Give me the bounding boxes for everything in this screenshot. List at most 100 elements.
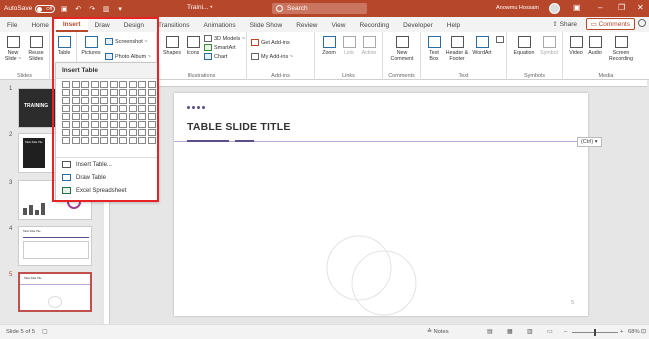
- present-icon[interactable]: ▥: [101, 4, 111, 14]
- icons-label: Icons: [186, 50, 200, 56]
- tab-insert[interactable]: Insert: [55, 18, 88, 32]
- new-slide-button[interactable]: New Slide ~: [3, 36, 23, 62]
- accessibility-icon[interactable]: ▢: [42, 329, 47, 335]
- share-button[interactable]: ⇧ Share: [552, 20, 577, 28]
- 3d-models-label: 3D Models ~: [214, 35, 246, 42]
- zoom-out-icon[interactable]: –: [564, 329, 567, 335]
- tab-recording[interactable]: Recording: [352, 18, 396, 32]
- tab-design[interactable]: Design: [117, 18, 151, 32]
- symbol-icon: [542, 36, 556, 48]
- table-icon: [57, 36, 71, 48]
- shapes-label: Shapes: [163, 50, 181, 56]
- tab-developer[interactable]: Developer: [396, 18, 440, 32]
- screen-recording-button[interactable]: Screen Recording: [606, 36, 636, 62]
- icons-button[interactable]: Icons: [184, 36, 202, 56]
- notes-button[interactable]: ≙ Notes: [427, 329, 449, 335]
- zoom-slider-thumb[interactable]: [594, 329, 596, 336]
- action-icon: [362, 36, 376, 48]
- pictures-button[interactable]: Pictures: [80, 36, 102, 56]
- tab-home[interactable]: Home: [24, 18, 55, 32]
- maximize-icon[interactable]: ❐: [618, 3, 625, 12]
- reading-view-icon[interactable]: ▥: [527, 329, 532, 335]
- thumb-bar: [23, 208, 27, 215]
- tab-transitions[interactable]: Transitions: [151, 18, 197, 32]
- normal-view-icon[interactable]: ▤: [487, 329, 492, 335]
- tab-view[interactable]: View: [325, 18, 353, 32]
- autosave-toggle[interactable]: Off: [35, 4, 56, 13]
- link-button[interactable]: Link: [340, 36, 358, 56]
- feedback-icon[interactable]: [638, 19, 646, 27]
- close-icon[interactable]: ✕: [637, 3, 644, 12]
- get-addins-button[interactable]: Get Add-ins: [251, 39, 290, 46]
- excel-spreadsheet-menu-item[interactable]: Excel Spreadsheet: [62, 187, 126, 194]
- slide-thumbnail-4[interactable]: Table Slide Title: [18, 226, 92, 266]
- save-icon[interactable]: ▣: [59, 4, 69, 14]
- group-label-media: Media: [598, 73, 614, 79]
- chart-label: Chart: [214, 53, 228, 60]
- undo-icon[interactable]: ↶: [73, 4, 83, 14]
- customize-qat-icon[interactable]: ▾: [115, 4, 125, 14]
- comments-button[interactable]: ▭ Comments: [585, 18, 635, 30]
- reuse-slides-button[interactable]: Reuse Slides: [25, 36, 47, 62]
- shapes-button[interactable]: Shapes: [162, 36, 182, 56]
- zoom-level[interactable]: 68%: [628, 329, 640, 335]
- zoom-slider[interactable]: [572, 329, 618, 336]
- reuse-slides-icon: [29, 36, 43, 48]
- tab-slide-show[interactable]: Slide Show: [243, 18, 290, 32]
- slide-thumbnail-5[interactable]: Table Slide Title: [18, 272, 92, 312]
- action-button[interactable]: Action: [359, 36, 379, 56]
- group-label-addins: Add-ins: [271, 73, 290, 79]
- screenshot-button[interactable]: Screenshot ~: [105, 38, 148, 45]
- table-size-grid[interactable]: [62, 81, 156, 144]
- tab-help[interactable]: Help: [440, 18, 467, 32]
- minimize-icon[interactable]: –: [598, 3, 602, 12]
- new-comment-button[interactable]: New Comment: [389, 36, 415, 62]
- smartart-button[interactable]: SmartArt: [204, 44, 236, 51]
- table-button[interactable]: Table: [53, 36, 75, 56]
- insert-table-menu-item[interactable]: Insert Table...: [62, 161, 112, 168]
- tab-animations[interactable]: Animations: [197, 18, 243, 32]
- redo-icon[interactable]: ↷: [87, 4, 97, 14]
- slide-sorter-icon[interactable]: ▦: [507, 329, 512, 335]
- document-title[interactable]: Traini... •: [187, 4, 213, 11]
- audio-button[interactable]: Audio: [586, 36, 604, 56]
- draw-table-icon: [62, 174, 71, 181]
- equation-button[interactable]: Equation: [511, 36, 537, 56]
- my-addins-button[interactable]: My Add-ins ~: [251, 53, 293, 60]
- zoom-button[interactable]: Zoom: [319, 36, 339, 56]
- fit-to-window-icon[interactable]: ⊡: [641, 329, 646, 335]
- screen-recording-icon: [614, 36, 628, 48]
- chart-button[interactable]: Chart: [204, 53, 227, 60]
- icons-icon: [186, 36, 200, 48]
- 3d-models-button[interactable]: 3D Models ~: [204, 35, 245, 42]
- 3d-models-icon: [204, 35, 212, 42]
- user-name[interactable]: Anowmu Hossain: [496, 5, 539, 11]
- my-addins-icon: [251, 53, 259, 60]
- group-label-links: Links: [342, 73, 355, 79]
- smartart-label: SmartArt: [214, 44, 236, 51]
- tab-file[interactable]: File: [0, 18, 24, 32]
- zoom-in-icon[interactable]: +: [620, 329, 623, 335]
- excel-icon: [62, 187, 71, 194]
- ribbon-display-icon[interactable]: ▣: [573, 3, 581, 12]
- symbol-button[interactable]: Symbol: [538, 36, 560, 56]
- tab-review[interactable]: Review: [289, 18, 324, 32]
- slide-title[interactable]: TABLE SLIDE TITLE: [187, 121, 291, 133]
- video-button[interactable]: Video: [567, 36, 585, 56]
- tab-draw[interactable]: Draw: [88, 18, 117, 32]
- group-label-illustrations: Illustrations: [187, 73, 216, 79]
- horizontal-ruler: [152, 80, 647, 87]
- draw-table-menu-item[interactable]: Draw Table: [62, 174, 106, 181]
- text-more-icon[interactable]: [496, 36, 504, 43]
- slide-canvas[interactable]: TABLE SLIDE TITLE 5: [174, 93, 588, 316]
- avatar[interactable]: [549, 3, 560, 14]
- slide-show-icon[interactable]: ▭: [547, 329, 552, 335]
- wordart-button[interactable]: WordArt: [471, 36, 493, 56]
- photo-album-button[interactable]: Photo Album ~: [105, 53, 151, 60]
- header-footer-button[interactable]: Header & Footer: [444, 36, 470, 62]
- search-box[interactable]: Search: [272, 3, 367, 14]
- group-addins: Get Add-ins My Add-ins ~ Add-ins: [247, 32, 315, 80]
- text-box-button[interactable]: Text Box: [425, 36, 443, 62]
- group-label-slides: Slides: [17, 73, 32, 79]
- paste-options-button[interactable]: (Ctrl) ▾: [577, 137, 602, 147]
